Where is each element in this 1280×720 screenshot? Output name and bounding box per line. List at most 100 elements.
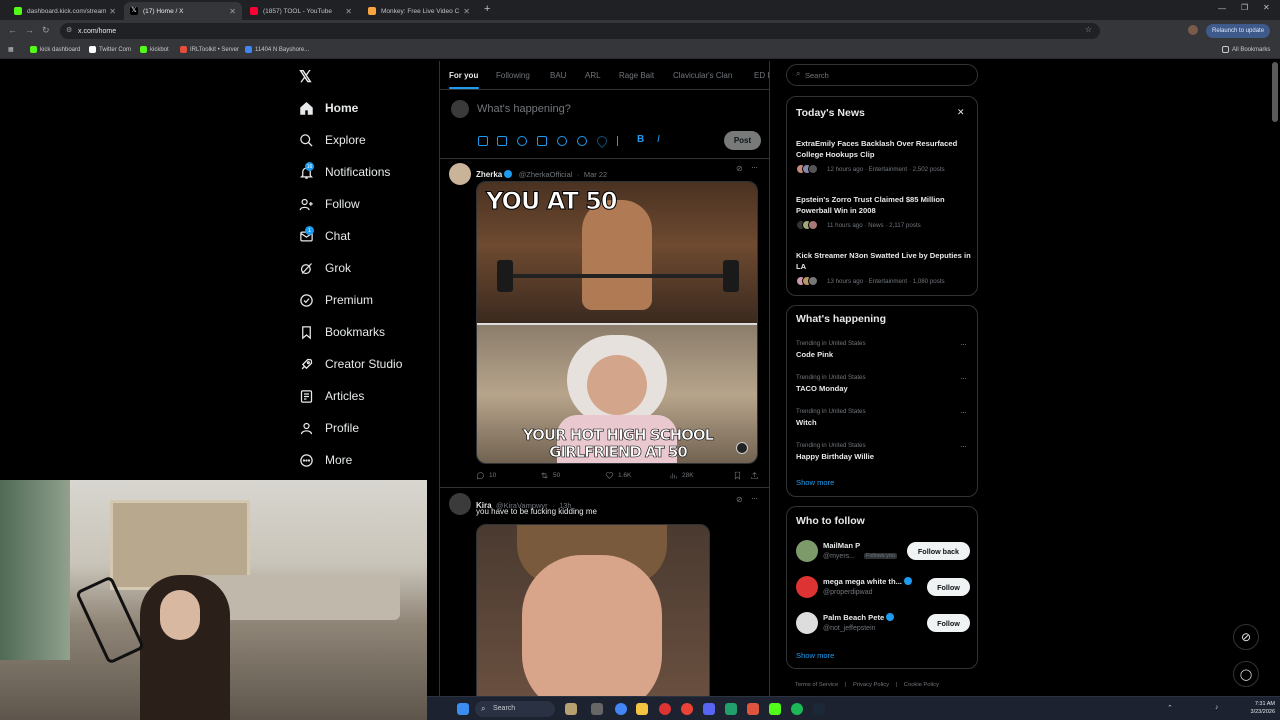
follow-button[interactable]: Follow (927, 614, 970, 632)
nav-premium[interactable]: Premium (299, 287, 373, 313)
trend-name[interactable]: Witch (796, 418, 817, 427)
x-logo-icon[interactable]: 𝕏 (299, 67, 312, 87)
tweet-handle[interactable]: @ZherkaOfficial (519, 170, 573, 179)
close-tab-icon[interactable]: ✕ (109, 7, 116, 16)
address-bar[interactable]: ⚙ x.com/home ☆ (60, 23, 1100, 39)
tab-arl[interactable]: ARL (585, 71, 601, 80)
avatar[interactable] (796, 540, 818, 562)
gif-icon[interactable] (497, 136, 507, 146)
bold-icon[interactable]: B (637, 134, 644, 145)
chrome-icon[interactable] (681, 703, 693, 715)
browser-tab[interactable]: (1857) TOOL - YouTube ✕ (244, 2, 358, 20)
site-info-icon[interactable]: ⚙ (66, 26, 72, 34)
follow-back-button[interactable]: Follow back (907, 542, 970, 560)
trend-name[interactable]: Code Pink (796, 350, 833, 359)
widget-icon[interactable] (565, 703, 577, 715)
nav-grok[interactable]: Grok (299, 255, 351, 281)
discord-icon[interactable] (703, 703, 715, 715)
avatar[interactable] (449, 493, 471, 515)
back-icon[interactable]: ← (8, 25, 17, 35)
avatar[interactable] (449, 163, 471, 185)
reload-icon[interactable]: ↻ (42, 25, 50, 36)
tray-chevron-icon[interactable]: ⌃ (1167, 704, 1173, 712)
grok-image-icon[interactable] (736, 442, 748, 454)
account-name[interactable]: MailMan P (823, 541, 860, 550)
tweet-image[interactable]: YOU AT 50 YOUR HOT HIGH SCHOOL GIRLFRIEN… (476, 181, 758, 464)
app-icon[interactable] (725, 703, 737, 715)
clock[interactable]: 7:31 AM 3/23/2026 (1239, 700, 1275, 716)
account-name[interactable]: Palm Beach Pete (823, 613, 896, 622)
poll-icon[interactable] (537, 136, 547, 146)
grok-compose-icon[interactable] (517, 136, 527, 146)
windows-start-icon[interactable] (457, 703, 469, 715)
active-app-icon[interactable] (747, 703, 759, 715)
tab-for-you[interactable]: For you (449, 71, 478, 80)
trend-name[interactable]: Happy Birthday Willie (796, 452, 874, 461)
privacy-link[interactable]: Privacy Policy (853, 682, 889, 688)
more-options-icon[interactable]: ··· (960, 373, 967, 383)
image-icon[interactable] (478, 136, 488, 146)
location-icon[interactable] (594, 133, 610, 149)
account-name[interactable]: mega mega white th... (823, 577, 914, 586)
nav-bookmarks[interactable]: Bookmarks (299, 319, 385, 345)
more-options-icon[interactable]: ··· (960, 441, 967, 451)
close-tab-icon[interactable]: ✕ (463, 7, 470, 16)
views-button[interactable]: 28K (669, 471, 694, 480)
cookie-link[interactable]: Cookie Policy (904, 682, 939, 688)
repost-button[interactable]: 50 (540, 471, 560, 480)
forward-icon[interactable]: → (25, 25, 34, 35)
emoji-icon[interactable] (557, 136, 567, 146)
post-button[interactable]: Post (724, 131, 761, 150)
taskbar-search[interactable]: ⌕ Search (475, 701, 555, 717)
browser-tab-active[interactable]: 𝕏 (17) Home / X ✕ (124, 2, 242, 20)
tweet-author[interactable]: Zherka (476, 170, 502, 179)
follow-button[interactable]: Follow (927, 578, 970, 596)
tweet-time[interactable]: Mar 22 (584, 170, 607, 179)
browser-tab[interactable]: Monkey: Free Live Video C ✕ (362, 2, 476, 20)
nav-explore[interactable]: Explore (299, 127, 366, 153)
close-icon[interactable]: ✕ (957, 107, 965, 118)
chat-float-icon[interactable]: ◯ (1233, 661, 1259, 687)
tweet-video[interactable] (476, 524, 710, 696)
nav-articles[interactable]: Articles (299, 383, 364, 409)
all-bookmarks[interactable]: All Bookmarks (1222, 46, 1270, 53)
task-view-icon[interactable] (591, 703, 603, 715)
like-button[interactable]: 1.6K (605, 471, 631, 480)
grok-icon[interactable]: ⊘ (736, 495, 743, 504)
file-explorer-icon[interactable] (636, 703, 648, 715)
apps-icon[interactable]: ▦ (8, 46, 14, 53)
grok-float-icon[interactable]: ⊘ (1233, 624, 1259, 650)
nav-creator-studio[interactable]: Creator Studio (299, 351, 402, 377)
app-icon[interactable] (659, 703, 671, 715)
nav-follow[interactable]: Follow (299, 191, 360, 217)
news-headline[interactable]: Epstein's Zorro Trust Claimed $85 Millio… (796, 194, 974, 216)
flag-icon[interactable] (617, 136, 627, 146)
nav-home[interactable]: Home (299, 95, 358, 121)
app-icon[interactable] (769, 703, 781, 715)
relaunch-button[interactable]: Relaunch to update (1206, 24, 1271, 38)
chrome-icon[interactable] (615, 703, 627, 715)
new-tab-icon[interactable]: + (484, 3, 490, 15)
tab-clans[interactable]: Clavicular's Clan (673, 71, 732, 80)
avatar[interactable] (796, 576, 818, 598)
close-tab-icon[interactable]: ✕ (229, 7, 236, 16)
news-headline[interactable]: ExtraEmily Faces Backlash Over Resurface… (796, 138, 974, 160)
search-input[interactable]: ⌕ Search (786, 64, 978, 86)
more-options-icon[interactable]: ··· (960, 407, 967, 417)
nav-profile[interactable]: Profile (299, 415, 359, 441)
spotify-icon[interactable] (791, 703, 803, 715)
grok-icon[interactable]: ⊘ (736, 164, 743, 173)
close-window-icon[interactable]: ✕ (1263, 3, 1270, 12)
more-options-icon[interactable]: ··· (751, 162, 758, 172)
more-options-icon[interactable]: ··· (960, 339, 967, 349)
bookmark-star-icon[interactable]: ☆ (1085, 25, 1092, 34)
minimize-icon[interactable]: — (1218, 4, 1226, 13)
browser-profile-avatar[interactable] (1188, 25, 1198, 35)
italic-icon[interactable]: I (657, 134, 660, 145)
tab-ed[interactable]: ED I (754, 71, 769, 80)
terms-link[interactable]: Terms of Service (795, 682, 838, 688)
tab-following[interactable]: Following (496, 71, 530, 80)
show-more-link[interactable]: Show more (796, 478, 834, 487)
speaker-icon[interactable]: ♪ (1215, 704, 1219, 711)
bookmark-button[interactable] (733, 471, 746, 480)
